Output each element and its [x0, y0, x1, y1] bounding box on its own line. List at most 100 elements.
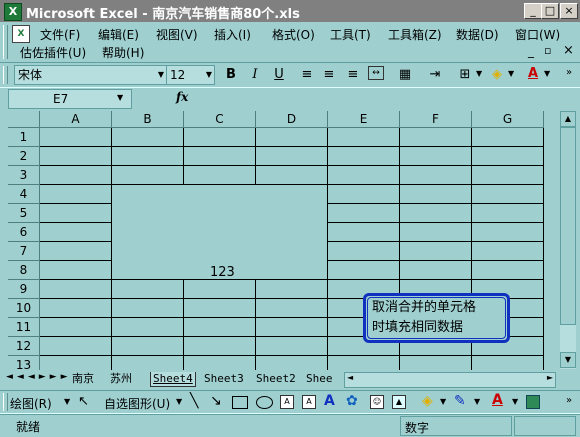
line-tool-icon[interactable]: ╲ [190, 393, 198, 409]
name-box[interactable]: E7 ▼ [8, 89, 132, 109]
grid-cell[interactable] [40, 166, 112, 185]
workbook-icon[interactable]: X [12, 25, 30, 43]
column-header[interactable]: G [472, 111, 544, 128]
arrow-tool-icon[interactable]: ↘ [210, 393, 222, 409]
formula-input[interactable] [198, 89, 576, 107]
row-header[interactable]: 8 [8, 261, 40, 280]
grid-cell[interactable] [400, 166, 472, 185]
grid-cell[interactable] [184, 299, 256, 318]
grid-cell[interactable] [40, 128, 112, 147]
scroll-thumb[interactable] [560, 127, 576, 325]
sheet-tab-suzhou[interactable]: 苏州 [110, 372, 132, 386]
row-header[interactable]: 6 [8, 223, 40, 242]
menu-edit[interactable]: 编辑(E) [98, 26, 139, 43]
row-header[interactable]: 12 [8, 337, 40, 356]
menu-grip[interactable] [3, 25, 8, 59]
grid-cell[interactable] [328, 261, 400, 280]
column-header[interactable]: F [400, 111, 472, 128]
grid-cell[interactable] [328, 128, 400, 147]
row-header[interactable]: 11 [8, 318, 40, 337]
bold-button[interactable]: B [222, 66, 240, 84]
grid-cell[interactable] [40, 299, 112, 318]
grid-cell[interactable] [328, 166, 400, 185]
indent-icon[interactable]: ⇥ [426, 66, 444, 84]
select-pointer-icon[interactable]: ↖ [78, 394, 89, 409]
grid-cell[interactable] [40, 147, 112, 166]
chevron-down-icon[interactable]: ▼ [176, 397, 182, 406]
chevron-down-icon[interactable]: ▼ [64, 397, 70, 406]
fill-color-icon[interactable]: ◈ [488, 66, 506, 84]
grid-cell[interactable] [256, 337, 328, 356]
grid-cell[interactable] [400, 185, 472, 204]
align-left-icon[interactable]: ≡ [298, 66, 316, 84]
grid-cell[interactable] [256, 128, 328, 147]
horizontal-scrollbar[interactable]: ◄ ► [344, 372, 556, 388]
doc-minimize-icon[interactable]: _ [528, 44, 534, 58]
toolbar-options-icon[interactable]: » [566, 395, 572, 406]
grid-cell[interactable] [400, 147, 472, 166]
function-button[interactable]: fx [176, 90, 188, 104]
sheet-tab-sheet4[interactable]: Sheet4 [150, 372, 196, 387]
scroll-down-icon[interactable]: ▼ [560, 352, 576, 368]
scroll-up-icon[interactable]: ▲ [560, 111, 576, 127]
row-header[interactable]: 9 [8, 280, 40, 299]
grid-cell[interactable] [112, 128, 184, 147]
menu-format[interactable]: 格式(O) [272, 26, 315, 43]
grid-cell[interactable] [184, 280, 256, 299]
grid-cell[interactable] [472, 261, 544, 280]
grid-cell[interactable] [256, 166, 328, 185]
chevron-down-icon[interactable]: ▼ [544, 69, 550, 78]
grid-cell[interactable] [472, 242, 544, 261]
chevron-down-icon[interactable]: ▼ [206, 66, 212, 84]
grid-cell[interactable] [472, 166, 544, 185]
menu-tools[interactable]: 工具(T) [330, 26, 371, 43]
italic-button[interactable]: I [246, 66, 264, 84]
diagram-icon[interactable]: ✿ [346, 393, 358, 409]
column-header[interactable]: E [328, 111, 400, 128]
grid-cell[interactable] [400, 128, 472, 147]
grid-cell[interactable] [400, 223, 472, 242]
grid-cell[interactable] [112, 318, 184, 337]
column-header[interactable]: B [112, 111, 184, 128]
wordart-icon[interactable]: A [324, 393, 335, 409]
toolbar-options-icon[interactable]: » [566, 67, 572, 78]
grid-cell[interactable] [400, 242, 472, 261]
menu-insert[interactable]: 插入(I) [214, 26, 251, 43]
menu-window[interactable]: 窗口(W) [515, 26, 560, 43]
row-header[interactable]: 7 [8, 242, 40, 261]
column-header[interactable]: D [256, 111, 328, 128]
sheet-tab-sheet2[interactable]: Sheet2 [256, 372, 296, 386]
grid-cell[interactable] [328, 204, 400, 223]
font-size-combo[interactable]: 12 ▼ [166, 65, 215, 85]
grid-cell[interactable] [40, 204, 112, 223]
menu-view[interactable]: 视图(V) [156, 26, 198, 43]
grid-cell[interactable] [40, 280, 112, 299]
minimize-button[interactable]: _ [524, 3, 542, 19]
chevron-down-icon[interactable]: ▼ [476, 69, 482, 78]
grid-cell[interactable] [472, 128, 544, 147]
chevron-down-icon[interactable]: ▼ [512, 397, 518, 406]
borders-icon[interactable]: ⊞ [456, 66, 474, 84]
font-color-button-2[interactable]: A [492, 392, 503, 408]
grid-cell[interactable] [328, 185, 400, 204]
grid-cell[interactable] [112, 147, 184, 166]
row-header[interactable]: 1 [8, 128, 40, 147]
grid-cell[interactable] [256, 318, 328, 337]
grid-cell[interactable] [472, 204, 544, 223]
row-header[interactable]: 10 [8, 299, 40, 318]
shadow-style-icon[interactable] [526, 395, 540, 409]
align-right-icon[interactable]: ≡ [344, 66, 362, 84]
sheet-tab-sheet1[interactable]: Shee [306, 372, 340, 386]
vertical-textbox-icon[interactable]: A [302, 395, 316, 409]
grid-cell[interactable] [40, 223, 112, 242]
select-all-corner[interactable] [8, 111, 40, 128]
scroll-left-icon[interactable]: ◄ [347, 373, 353, 382]
grid-cell[interactable] [400, 261, 472, 280]
row-header[interactable]: 4 [8, 185, 40, 204]
grid-cell[interactable] [112, 299, 184, 318]
oval-tool-icon[interactable] [256, 396, 273, 409]
picture-icon[interactable]: ▲ [392, 395, 406, 409]
doc-close-icon[interactable]: × [563, 43, 574, 58]
maximize-button[interactable]: □ [541, 3, 559, 19]
sheet-tab-sheet3[interactable]: Sheet3 [204, 372, 244, 386]
